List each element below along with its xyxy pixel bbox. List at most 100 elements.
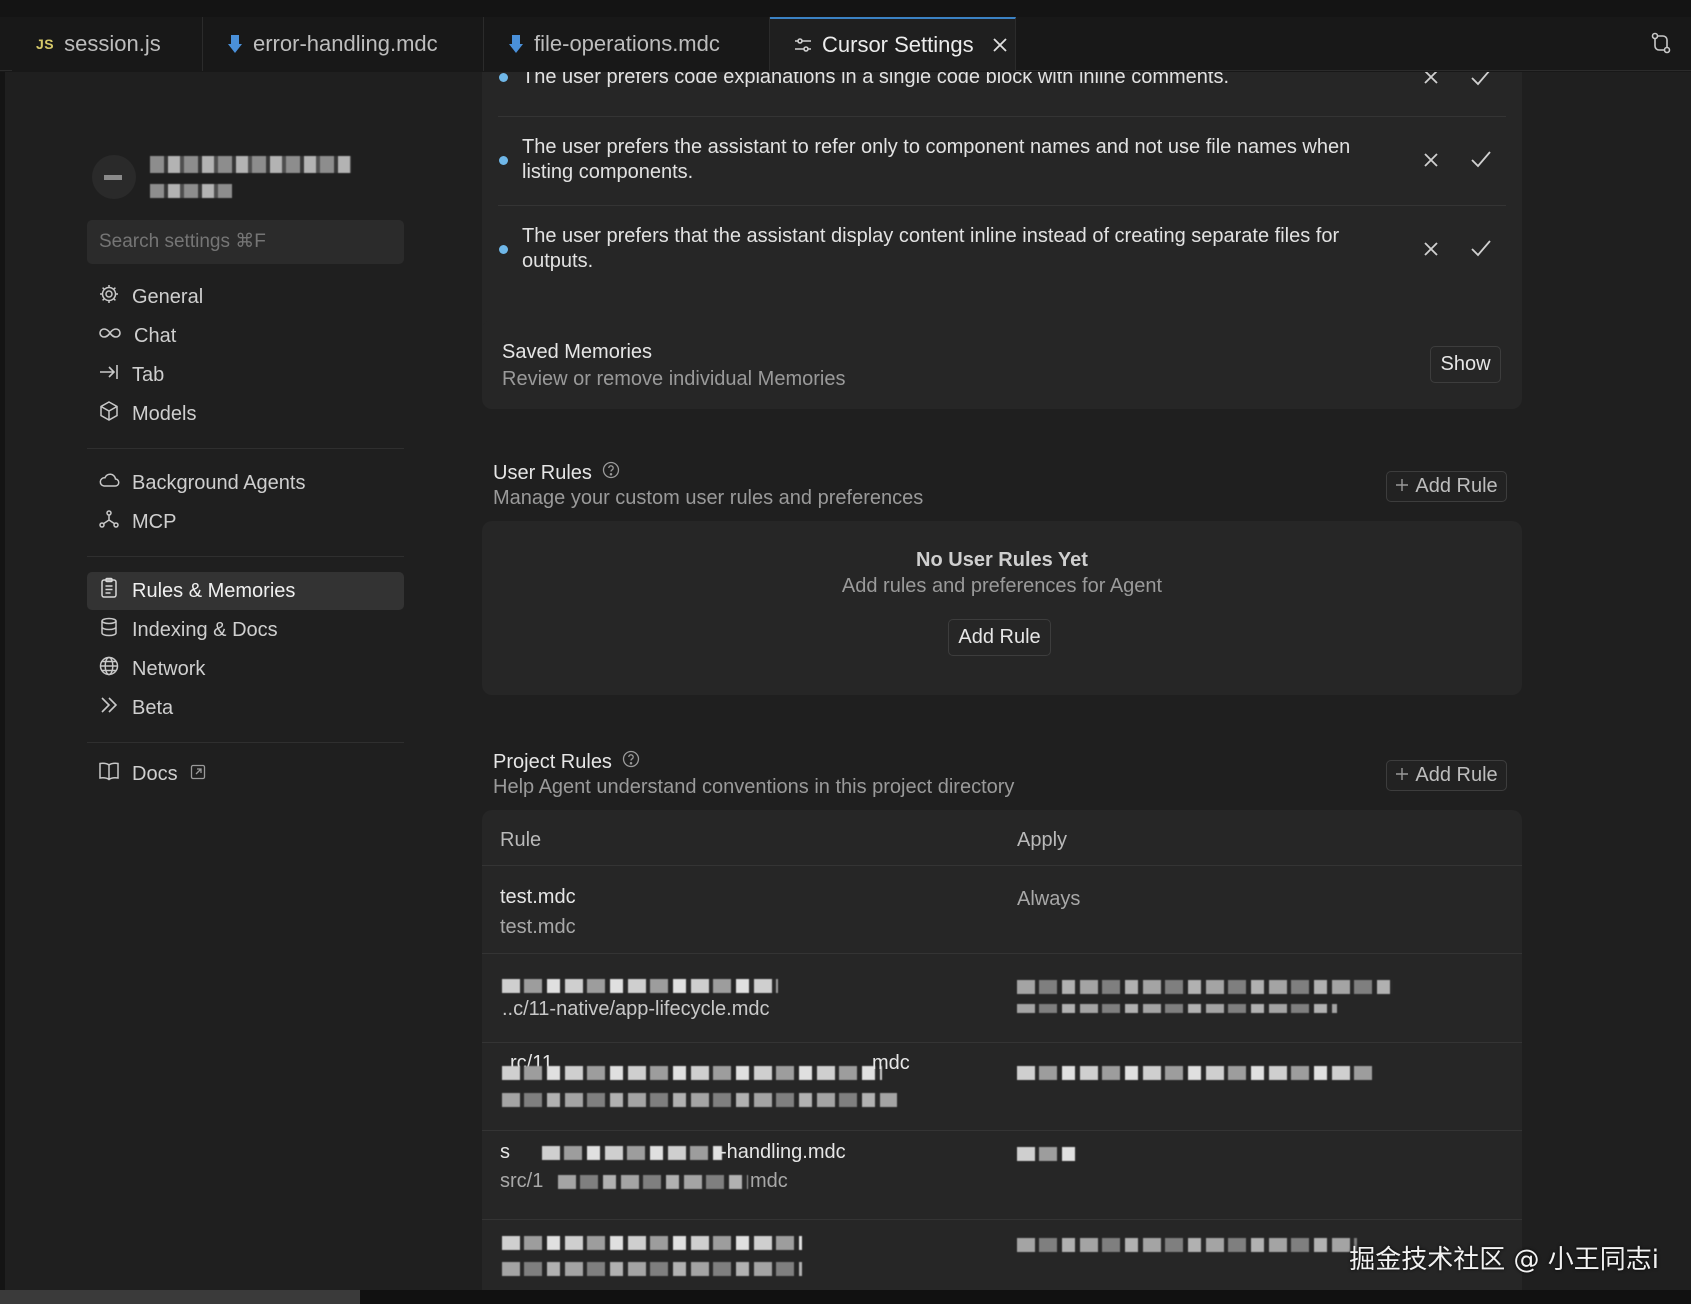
user-rules-empty-card: No User Rules Yet Add rules and preferen…	[482, 521, 1522, 695]
watermark: 掘金技术社区 @ 小王同志i	[1349, 1245, 1659, 1275]
accept-memory-icon[interactable]	[1470, 72, 1492, 92]
reject-memory-icon[interactable]	[1422, 72, 1440, 91]
rule-name-fragment: s	[500, 1141, 510, 1163]
sidebar-item-network[interactable]: Network	[87, 650, 404, 688]
table-header-divider	[482, 865, 1522, 866]
blurred-rule-path	[558, 1175, 748, 1189]
user-rules-title: User Rules	[493, 461, 592, 484]
sidebar-item-docs[interactable]: Docs	[87, 755, 404, 793]
rule-path-fragment: src/1	[500, 1170, 544, 1192]
memory-bullet	[499, 156, 508, 165]
markdown-arrow-icon	[227, 34, 243, 54]
empty-state-subtitle: Add rules and preferences for Agent	[841, 575, 1163, 597]
js-file-icon: JS	[36, 36, 55, 52]
add-project-rule-button[interactable]: Add Rule	[1386, 760, 1507, 791]
sidebar-item-rules-memories[interactable]: Rules & Memories	[87, 572, 404, 610]
plus-icon	[1395, 764, 1409, 787]
close-icon[interactable]	[992, 37, 1008, 53]
tab-cursor-settings[interactable]: Cursor Settings	[770, 17, 1016, 71]
project-rules-table: Rule Apply test.mdc test.mdc Always ..c/…	[482, 810, 1522, 1304]
help-circle-icon[interactable]	[602, 461, 620, 485]
saved-memories-title: Saved Memories	[502, 341, 653, 363]
tab-label: Cursor Settings	[822, 32, 974, 57]
blurred-rule-path	[502, 1093, 897, 1107]
help-circle-icon[interactable]	[622, 750, 640, 774]
rule-name-fragment: -handling.mdc	[720, 1141, 846, 1163]
project-rules-subtitle: Help Agent understand conventions in thi…	[493, 776, 1015, 798]
blurred-rule-apply	[1017, 980, 1393, 994]
reject-memory-icon[interactable]	[1422, 240, 1440, 263]
blurred-rule-name	[502, 1236, 802, 1250]
user-rules-subtitle: Manage your custom user rules and prefer…	[493, 487, 924, 509]
search-input[interactable]	[87, 220, 404, 264]
sidebar-item-indexing-docs[interactable]: Indexing & Docs	[87, 611, 404, 649]
markdown-arrow-icon	[508, 34, 524, 54]
blurred-rule-apply	[1017, 1066, 1372, 1080]
sidebar-item-label: Beta	[132, 696, 174, 719]
rule-path: test.mdc	[500, 916, 576, 938]
sidebar-item-label: Models	[132, 402, 197, 425]
sidebar-item-chat[interactable]: Chat	[87, 317, 404, 355]
compare-changes-icon[interactable]	[1649, 31, 1673, 60]
accept-memory-icon[interactable]	[1470, 149, 1492, 174]
tab-label: file-operations.mdc	[534, 31, 720, 56]
reject-memory-icon[interactable]	[1422, 151, 1440, 174]
add-rule-label: Add Rule	[1415, 764, 1498, 786]
settings-main-panel: The user prefers code explanations in a …	[470, 72, 1691, 1304]
project-rules-title: Project Rules	[493, 750, 612, 773]
tab-session-js[interactable]: JS session.js	[12, 17, 203, 71]
column-header-apply: Apply	[1017, 829, 1068, 851]
external-link-icon	[190, 763, 206, 786]
saved-memories-card: Saved Memories Review or remove individu…	[482, 320, 1522, 409]
memory-bullet	[499, 245, 508, 254]
add-rule-button[interactable]: Add Rule	[948, 619, 1051, 656]
saved-memories-subtitle: Review or remove individual Memories	[502, 368, 846, 390]
sidebar-item-label: Chat	[134, 324, 177, 347]
row-divider	[482, 1042, 1522, 1043]
sidebar-item-label: Network	[132, 657, 206, 680]
globe-icon	[98, 655, 120, 683]
blurred-rule-name	[502, 979, 778, 993]
rule-name: test.mdc	[500, 886, 576, 908]
memory-bullet	[499, 73, 508, 82]
arrow-right-bar-icon	[98, 361, 120, 389]
rule-apply: Always	[1017, 888, 1081, 910]
sidebar-item-models[interactable]: Models	[87, 395, 404, 433]
sidebar-item-background-agents[interactable]: Background Agents	[87, 464, 404, 502]
row-divider	[482, 1219, 1522, 1220]
memory-text: The user prefers the assistant to refer …	[522, 136, 1351, 183]
sidebar-item-tab[interactable]: Tab	[87, 356, 404, 394]
tab-error-handling[interactable]: error-handling.mdc	[203, 17, 484, 71]
blurred-rule-apply	[1017, 1147, 1077, 1161]
tab-label: error-handling.mdc	[253, 31, 438, 56]
sidebar-item-label: Background Agents	[132, 471, 306, 494]
sidebar-item-beta[interactable]: Beta	[87, 689, 404, 727]
blurred-rule-apply	[1017, 1004, 1337, 1013]
row-divider	[482, 1130, 1522, 1131]
accept-memory-icon[interactable]	[1470, 238, 1492, 263]
rule-path-fragment: mdc	[750, 1170, 788, 1192]
memory-text: The user prefers code explanations in a …	[522, 72, 1230, 88]
chevrons-right-icon	[98, 694, 120, 722]
project-rules-header: Project Rules	[493, 750, 640, 774]
rule-path: ..c/11-native/app-lifecycle.mdc	[502, 998, 770, 1020]
blurred-rule-name	[542, 1146, 722, 1160]
sidebar-item-label: Rules & Memories	[132, 579, 296, 602]
blurred-account-plan	[150, 184, 232, 198]
sidebar-item-general[interactable]: General	[87, 278, 404, 316]
clipboard-icon	[98, 577, 120, 605]
sidebar-item-mcp[interactable]: MCP	[87, 503, 404, 541]
blurred-account-name	[150, 156, 351, 173]
infinity-icon	[98, 322, 122, 350]
sidebar-divider	[87, 556, 404, 557]
row-divider	[498, 116, 1506, 117]
row-divider	[498, 205, 1506, 206]
sidebar-divider	[87, 742, 404, 743]
rule-name-fragment: mdc	[872, 1052, 910, 1074]
add-rule-label: Add Rule	[1415, 475, 1498, 497]
avatar	[92, 155, 136, 199]
add-user-rule-button[interactable]: Add Rule	[1386, 471, 1507, 502]
show-memories-button[interactable]: Show	[1430, 346, 1501, 383]
tab-file-operations[interactable]: file-operations.mdc	[484, 17, 770, 71]
blurred-rule-apply	[1017, 1238, 1357, 1252]
